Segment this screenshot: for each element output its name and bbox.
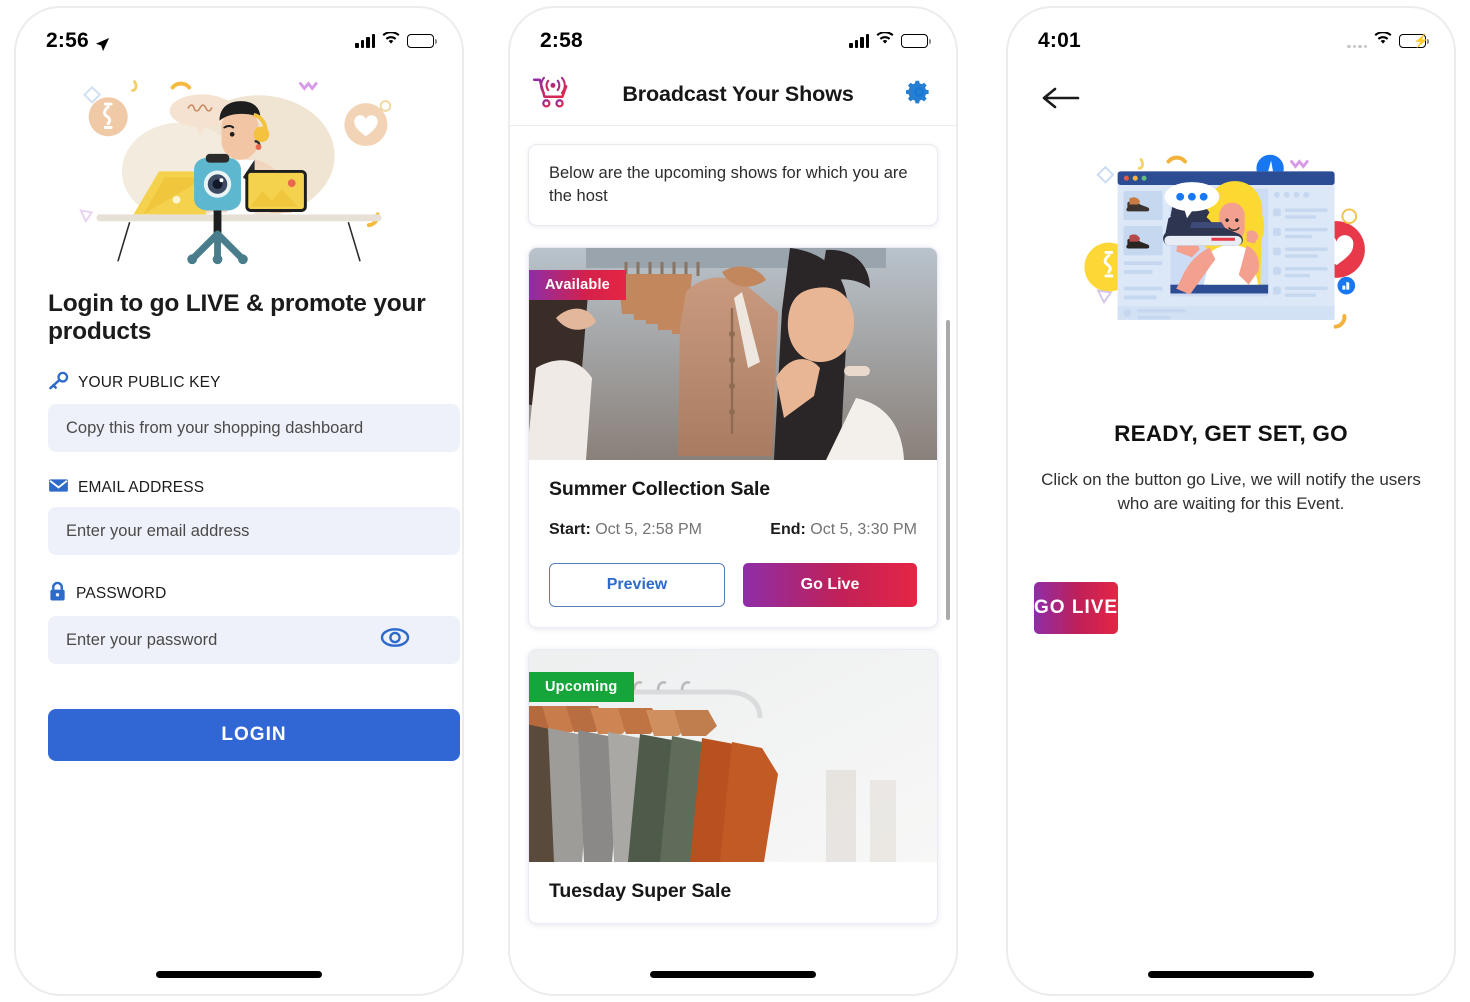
password-label-row: PASSWORD <box>48 581 444 607</box>
login-screen: Login to go LIVE & promote your products… <box>16 8 462 994</box>
status-bar-right-3: ⚡ <box>1347 31 1430 50</box>
eye-icon[interactable] <box>380 628 410 653</box>
vertical-scrollbar[interactable] <box>946 320 950 620</box>
ready-title: READY, GET SET, GO <box>1114 421 1348 446</box>
gear-icon[interactable] <box>904 77 934 112</box>
location-arrow-icon <box>95 34 110 51</box>
password-input-wrap: Enter your password <box>34 616 460 665</box>
email-label: EMAIL ADDRESS <box>78 479 205 497</box>
notice-banner: Below are the upcoming shows for which y… <box>528 144 938 226</box>
status-bar-login: 2:56 <box>16 8 462 64</box>
charging-bolt-icon: ⚡ <box>1413 33 1430 48</box>
signal-bars-icon <box>849 34 869 48</box>
golive-screen: READY, GET SET, GO Click on the button g… <box>1008 8 1454 994</box>
show-start: Start: Oct 5, 2:58 PM <box>549 521 702 539</box>
wifi-icon <box>382 31 400 50</box>
show-end: End: Oct 5, 3:30 PM <box>770 521 917 539</box>
phone-frame-login: 2:56 Login to go LIVE & promote your pro… <box>14 6 464 996</box>
status-bar-right <box>355 31 437 50</box>
app-bar-title: Broadcast Your Shows <box>622 82 854 106</box>
show-title: Tuesday Super Sale <box>549 879 732 902</box>
broadcast-screen: Broadcast Your Shows Below are the upcom… <box>510 8 956 994</box>
wifi-icon <box>1374 31 1392 50</box>
public-key-label: YOUR PUBLIC KEY <box>78 374 221 392</box>
show-card[interactable]: Upcoming Tuesday Super Sale <box>528 648 938 924</box>
show-actions: Preview Go Live <box>549 562 917 607</box>
shows-list[interactable]: Below are the upcoming shows for which y… <box>510 126 956 994</box>
ready-subtitle: Click on the button go Live, we will not… <box>1041 470 1421 513</box>
show-card[interactable]: Available Summer Collection Sale Start: … <box>528 246 938 628</box>
email-input-wrap: Enter your email address <box>34 507 460 556</box>
broadcast-cart-icon[interactable] <box>532 75 572 114</box>
status-time-3: 4:01 <box>1038 29 1081 52</box>
status-bar-left-2: 2:58 <box>540 29 583 53</box>
go-live-button[interactable]: Go Live <box>743 562 917 607</box>
app-bar: Broadcast Your Shows <box>510 64 956 126</box>
public-key-label-row: YOUR PUBLIC KEY <box>48 371 444 395</box>
home-indicator <box>156 971 322 978</box>
status-bar-left-3: 4:01 <box>1038 29 1081 53</box>
status-bar-broadcast: 2:58 <box>510 8 956 64</box>
show-card-body: Tuesday Super Sale <box>529 862 937 923</box>
battery-icon <box>407 34 437 48</box>
show-title: Summer Collection Sale <box>549 477 771 500</box>
status-badge: Available <box>529 269 626 300</box>
go-live-button[interactable]: GO LIVE <box>1034 581 1119 634</box>
signal-dots-icon <box>1347 34 1367 48</box>
status-bar-right-2 <box>849 31 931 50</box>
home-indicator <box>1148 971 1314 978</box>
woman-browsing-clothing-rack-photo: Available <box>529 247 937 460</box>
show-card-body: Summer Collection Sale Start: Oct 5, 2:5… <box>529 460 937 627</box>
key-icon <box>48 371 69 395</box>
status-badge: Upcoming <box>529 671 634 702</box>
page-title: Login to go LIVE & promote your products <box>48 290 426 345</box>
email-input[interactable]: Enter your email address <box>48 507 460 556</box>
lock-icon <box>48 581 67 607</box>
public-key-input[interactable]: Copy this from your shopping dashboard <box>48 404 460 453</box>
status-time: 2:56 <box>46 29 89 52</box>
wifi-icon <box>876 31 894 50</box>
signal-bars-icon <box>355 34 375 48</box>
show-end-value: Oct 5, 3:30 PM <box>810 520 917 538</box>
show-start-label: Start: <box>549 520 591 538</box>
show-end-label: End: <box>770 520 806 538</box>
battery-charging-icon: ⚡ <box>1399 33 1430 48</box>
show-times: Start: Oct 5, 2:58 PM End: Oct 5, 3:30 P… <box>549 521 917 539</box>
status-time-2: 2:58 <box>540 29 583 52</box>
phone-frame-broadcast: 2:58 Broadcast Your Shows Below are the … <box>508 6 958 996</box>
shirts-on-wooden-hangers-photo: Upcoming <box>529 649 937 862</box>
back-row <box>1008 64 1454 136</box>
envelope-icon <box>48 478 69 498</box>
status-bar-left: 2:56 <box>46 29 110 53</box>
login-form: Login to go LIVE & promote your products… <box>16 290 462 762</box>
email-label-row: EMAIL ADDRESS <box>48 478 444 498</box>
live-shopping-browser-illustration <box>1008 142 1454 357</box>
status-bar-golive: 4:01 ⚡ <box>1008 8 1454 64</box>
arrow-left-icon[interactable] <box>1042 86 1082 115</box>
phone-frame-golive: 4:01 ⚡ READY, GET SET, GO Click on the b… <box>1006 6 1456 996</box>
show-start-value: Oct 5, 2:58 PM <box>595 520 702 538</box>
password-label: PASSWORD <box>76 585 167 603</box>
live-streaming-seller-illustration <box>16 68 462 268</box>
login-button[interactable]: LOGIN <box>48 709 460 762</box>
screenshot-stage: 2:56 Login to go LIVE & promote your pro… <box>0 0 1470 1002</box>
home-indicator <box>650 971 816 978</box>
public-key-input-wrap: Copy this from your shopping dashboard <box>34 404 460 453</box>
battery-icon <box>901 34 931 48</box>
preview-button[interactable]: Preview <box>549 562 725 607</box>
